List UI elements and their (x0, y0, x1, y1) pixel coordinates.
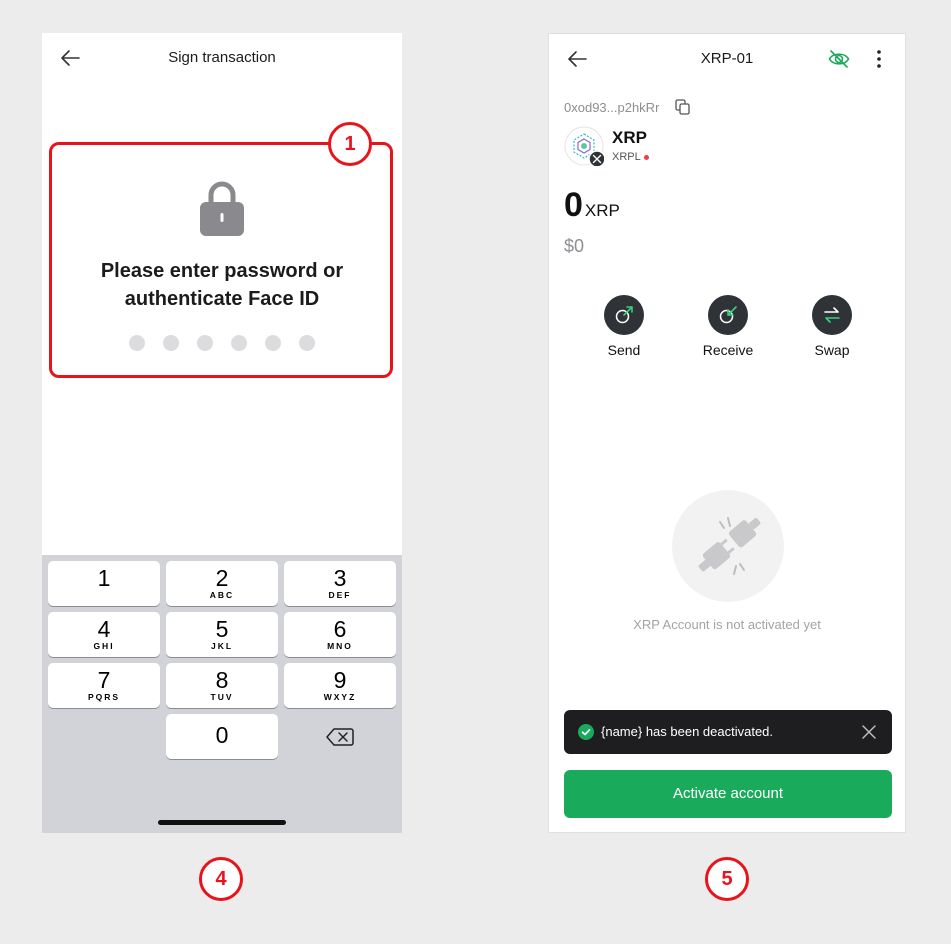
pin-dots (42, 335, 402, 351)
disconnected-plug-icon (672, 490, 784, 602)
key-letters: JKL (210, 641, 234, 651)
callout-badge: 1 (328, 122, 372, 166)
key-digit: 9 (333, 667, 347, 693)
account-screen: XRP-01 0xod93...p2hkRr XRP XRPL 0 XRP $0 … (548, 33, 906, 833)
key-letters: TUV (210, 692, 234, 702)
balance-amount: 0 (564, 186, 583, 224)
key-letters: GHI (93, 641, 115, 651)
key-letters: PQRS (87, 692, 121, 702)
key-0[interactable]: 0 (166, 714, 278, 759)
pin-dot (129, 335, 145, 351)
swap-button[interactable]: Swap (792, 295, 872, 358)
key-letters: DEF (328, 590, 352, 600)
key-6[interactable]: 6 MNO (284, 612, 396, 657)
empty-state-message: XRP Account is not activated yet (633, 617, 821, 632)
activate-account-button[interactable]: Activate account (564, 770, 892, 818)
backspace-icon[interactable] (326, 727, 354, 747)
key-digit: 8 (215, 667, 229, 693)
toast-notification: {name} has been deactivated. (564, 710, 892, 754)
chain-name: XRPL (612, 151, 641, 163)
chain-status-dot (644, 155, 649, 160)
callout-badge: 5 (705, 857, 749, 901)
key-4[interactable]: 4 GHI (48, 612, 160, 657)
top-bar: Sign transaction (42, 33, 402, 83)
auth-message: Please enter password or authenticate Fa… (100, 260, 344, 310)
pin-dot (163, 335, 179, 351)
balance-fiat: $0 (564, 236, 585, 256)
close-icon[interactable] (861, 724, 877, 740)
receive-button[interactable]: Receive (688, 295, 768, 358)
copy-icon[interactable] (675, 99, 690, 115)
key-2[interactable]: 2 ABC (166, 561, 278, 606)
send-icon (604, 295, 644, 335)
balance: 0 XRP (564, 186, 620, 225)
page-title: XRP-01 (700, 50, 754, 67)
key-digit: 3 (333, 565, 347, 591)
lock-icon (200, 181, 244, 236)
sign-transaction-screen: Sign transaction 1 Please enter password… (42, 33, 402, 833)
home-indicator (158, 820, 286, 825)
pin-dot (299, 335, 315, 351)
key-8[interactable]: 8 TUV (166, 663, 278, 708)
xrp-token-logo (564, 126, 604, 166)
balance-unit: XRP (584, 201, 620, 220)
key-letters: MNO (327, 641, 353, 651)
key-digit: 7 (97, 667, 111, 693)
key-digit: 0 (215, 722, 229, 748)
more-vertical-icon[interactable] (871, 47, 887, 71)
toast-message: {name} has been deactivated. (601, 724, 774, 739)
pin-dot (197, 335, 213, 351)
swap-icon (812, 295, 852, 335)
token-name: XRP (612, 128, 647, 147)
receive-icon (708, 295, 748, 335)
eye-off-icon[interactable] (828, 48, 850, 70)
pin-dot (265, 335, 281, 351)
key-3[interactable]: 3 DEF (284, 561, 396, 606)
check-circle-icon (578, 724, 594, 740)
page-title: Sign transaction (168, 49, 276, 66)
key-letters: ABC (209, 590, 235, 600)
key-digit: 2 (215, 565, 229, 591)
key-7[interactable]: 7 PQRS (48, 663, 160, 708)
callout-badge: 4 (199, 857, 243, 901)
wallet-address: 0xod93...p2hkRr (564, 100, 660, 115)
key-digit: 1 (97, 565, 111, 591)
swap-label: Swap (814, 342, 850, 358)
key-letters: WXYZ (323, 692, 357, 702)
key-1[interactable]: 1 (48, 561, 160, 606)
key-digit: 5 (215, 616, 229, 642)
send-label: Send (607, 342, 641, 358)
send-button[interactable]: Send (584, 295, 664, 358)
top-bar: XRP-01 (549, 34, 905, 84)
key-digit: 4 (97, 616, 111, 642)
key-5[interactable]: 5 JKL (166, 612, 278, 657)
numeric-keypad: 1 2 ABC 3 DEF 4 GHI 5 JKL 6 MNO 7 PQRS 8 TUV 9W… (42, 555, 402, 833)
pin-dot (231, 335, 247, 351)
key-9[interactable]: 9 WXYZ (284, 663, 396, 708)
receive-label: Receive (702, 342, 754, 358)
key-digit: 6 (333, 616, 347, 642)
